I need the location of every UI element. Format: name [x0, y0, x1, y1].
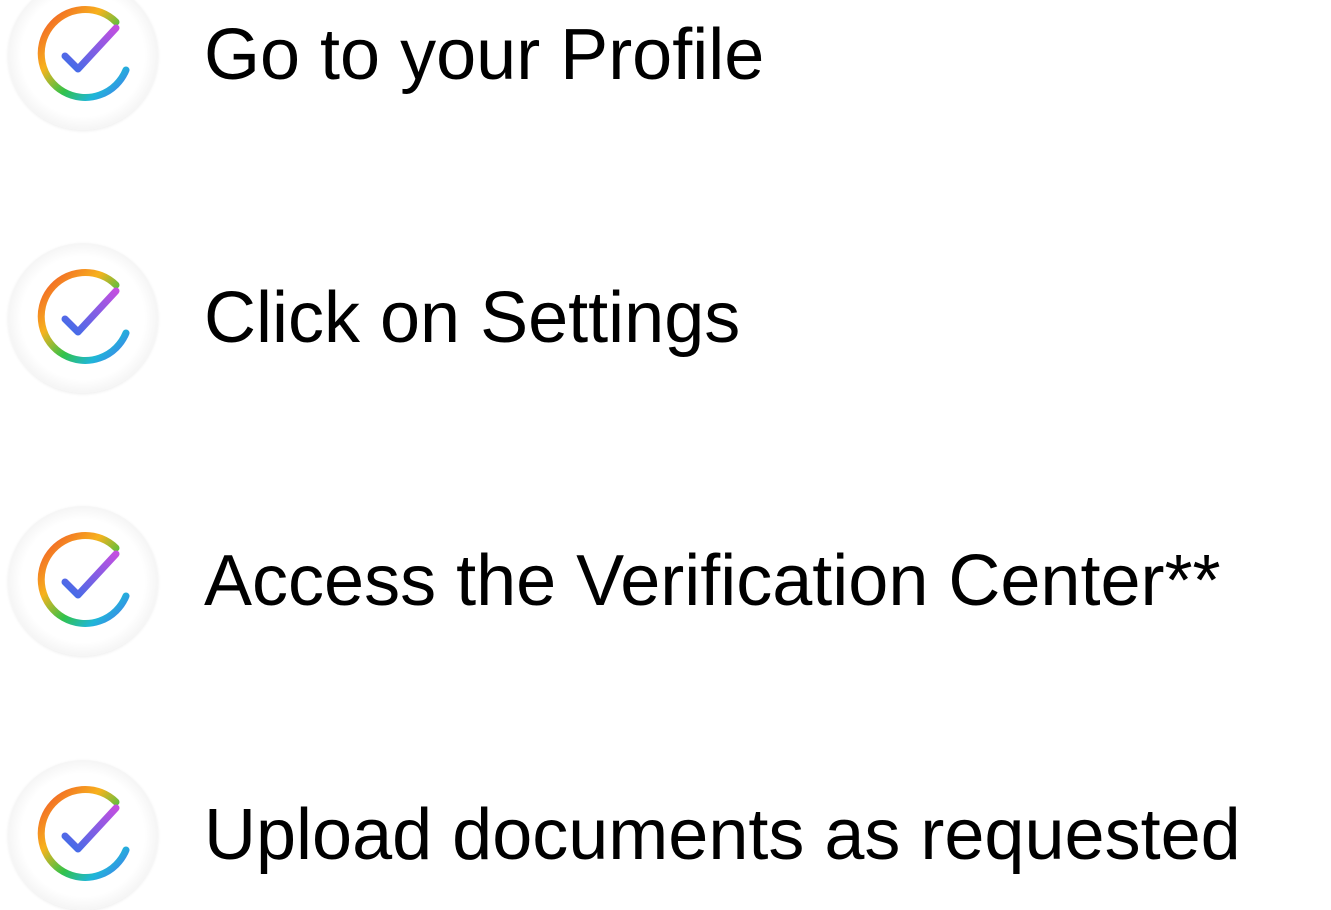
- check-circle-icon: [8, 506, 158, 656]
- step-label: Access the Verification Center**: [204, 541, 1221, 621]
- step-item-profile: Go to your Profile: [0, 0, 1331, 130]
- step-item-settings: Click on Settings: [0, 243, 1331, 393]
- check-circle-icon: [8, 0, 158, 130]
- step-label: Click on Settings: [204, 278, 741, 358]
- step-item-verification-center: Access the Verification Center**: [0, 506, 1331, 656]
- check-circle-icon: [8, 243, 158, 393]
- step-label: Go to your Profile: [204, 15, 765, 95]
- steps-list: Go to your Profile Click on Settings Acc…: [0, 0, 1331, 910]
